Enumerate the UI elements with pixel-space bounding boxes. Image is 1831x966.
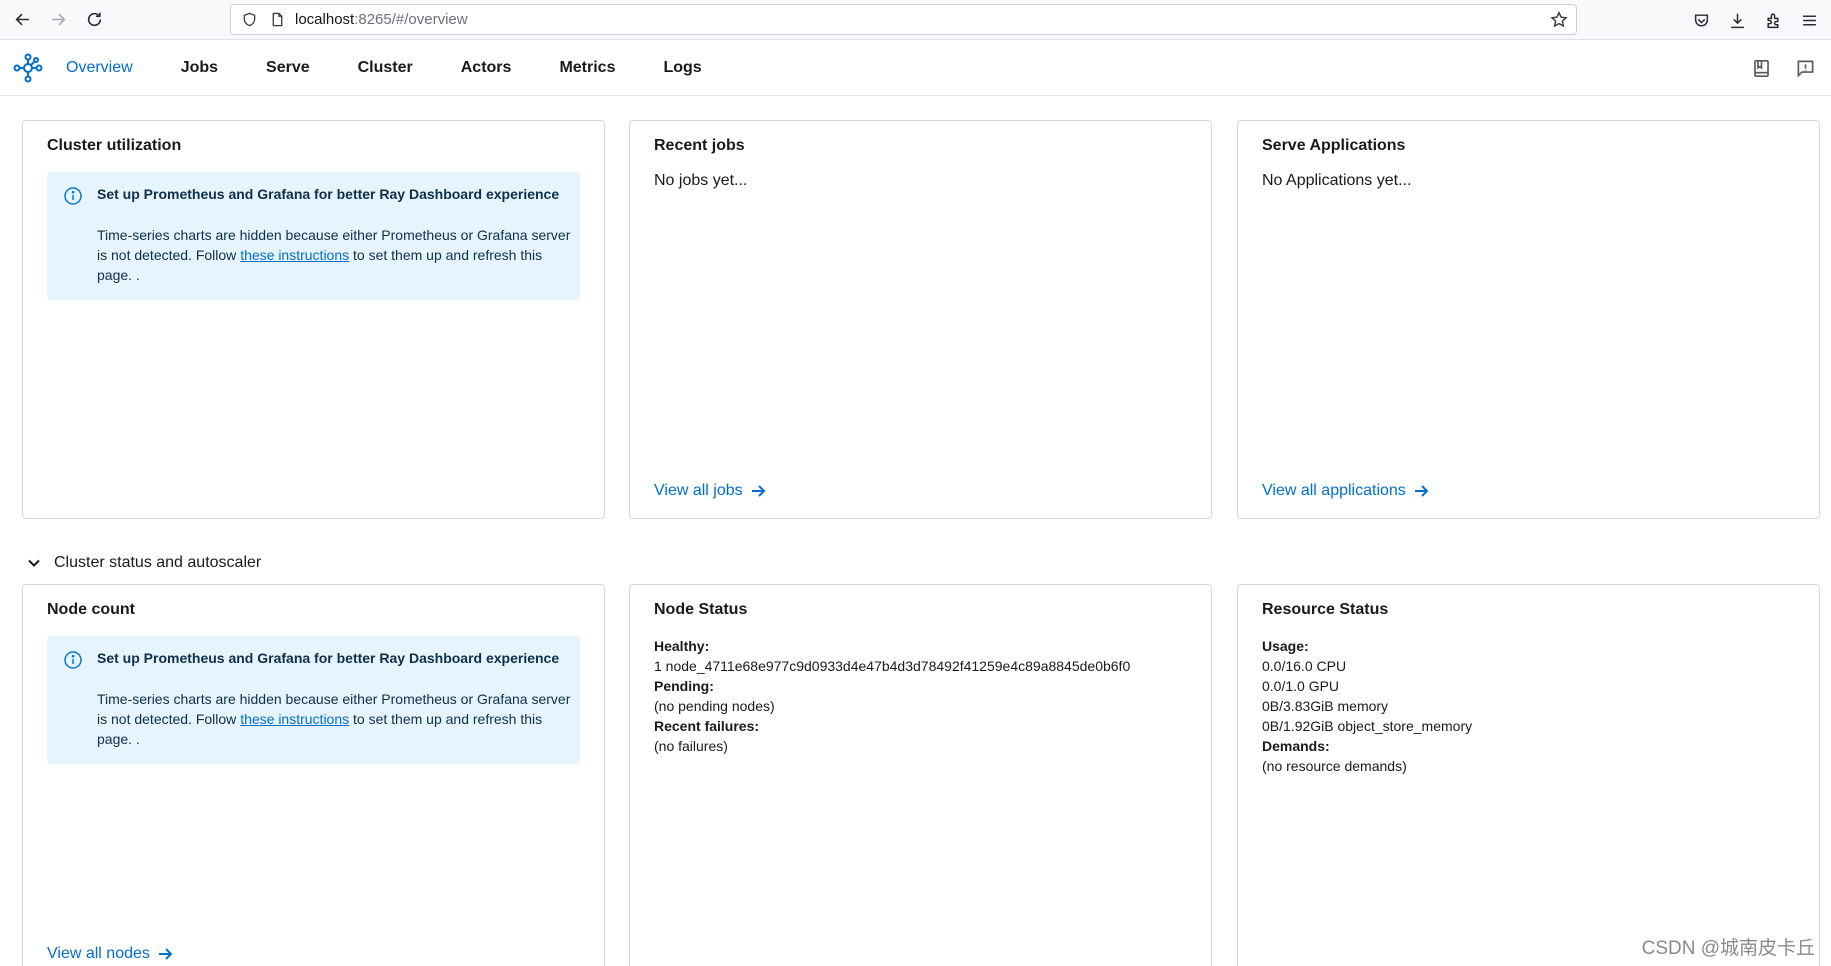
tab-metrics[interactable]: Metrics xyxy=(559,59,615,77)
shield-icon[interactable] xyxy=(239,10,259,30)
demands-value: (no resource demands) xyxy=(1262,758,1407,774)
card-title: Serve Applications xyxy=(1262,137,1406,154)
alert-title: Set up Prometheus and Grafana for better… xyxy=(97,650,560,666)
info-icon xyxy=(63,650,83,670)
link-label: View all applications xyxy=(1262,482,1406,499)
feedback-icon[interactable] xyxy=(1783,46,1827,90)
address-bar[interactable]: localhost:8265/#/overview xyxy=(230,4,1577,35)
docs-book-icon[interactable] xyxy=(1739,46,1783,90)
prometheus-alert: Set up Prometheus and Grafana for better… xyxy=(47,636,580,764)
node-status-details: Healthy: 1 node_4711e68e977c9d0933d4e47b… xyxy=(654,636,1130,756)
forward-icon[interactable] xyxy=(40,2,76,38)
alert-title: Set up Prometheus and Grafana for better… xyxy=(97,186,560,202)
link-label: View all nodes xyxy=(47,945,150,962)
cluster-status-toggle[interactable]: Cluster status and autoscaler xyxy=(24,553,261,573)
browser-toolbar: localhost:8265/#/overview xyxy=(0,0,1831,40)
node-count-card: Node count Set up Prometheus and Grafana… xyxy=(22,584,605,966)
download-icon[interactable] xyxy=(1719,2,1755,38)
card-title: Resource Status xyxy=(1262,601,1389,618)
card-title: Node count xyxy=(47,601,135,618)
resource-status-details: Usage: 0.0/16.0 CPU 0.0/1.0 GPU 0B/3.83G… xyxy=(1262,636,1472,776)
tab-actors[interactable]: Actors xyxy=(461,59,512,77)
menu-icon[interactable] xyxy=(1791,2,1827,38)
usage-memory: 0B/3.83GiB memory xyxy=(1262,698,1389,714)
empty-state: No jobs yet... xyxy=(654,172,748,189)
card-title: Cluster utilization xyxy=(47,137,182,154)
instructions-link[interactable]: these instructions xyxy=(240,711,349,727)
arrow-right-icon xyxy=(158,948,173,960)
failures-label: Recent failures: xyxy=(654,718,760,734)
usage-cpu: 0.0/16.0 CPU xyxy=(1262,658,1347,674)
view-all-jobs-link[interactable]: View all jobs xyxy=(654,482,767,500)
card-title: Node Status xyxy=(654,601,748,618)
healthy-value: 1 node_4711e68e977c9d0933d4e47b4d3d78492… xyxy=(654,658,1131,674)
url-path: :8265/#/overview xyxy=(354,11,468,28)
usage-object-store: 0B/1.92GiB object_store_memory xyxy=(1262,718,1473,734)
usage-label: Usage: xyxy=(1262,638,1309,654)
failures-value: (no failures) xyxy=(654,738,728,754)
section-label: Cluster status and autoscaler xyxy=(54,554,262,571)
prometheus-alert: Set up Prometheus and Grafana for better… xyxy=(47,172,580,300)
pocket-icon[interactable] xyxy=(1683,2,1719,38)
resource-status-card: Resource Status Usage: 0.0/16.0 CPU 0.0/… xyxy=(1237,584,1820,966)
tab-serve[interactable]: Serve xyxy=(266,59,310,77)
instructions-link[interactable]: these instructions xyxy=(240,247,349,263)
main-nav: Overview Jobs Serve Cluster Actors Metri… xyxy=(66,40,750,96)
usage-gpu: 0.0/1.0 GPU xyxy=(1262,678,1340,694)
tab-cluster[interactable]: Cluster xyxy=(358,59,413,77)
empty-state: No Applications yet... xyxy=(1262,172,1412,189)
recent-jobs-card: Recent jobs No jobs yet... View all jobs xyxy=(629,120,1212,519)
healthy-label: Healthy: xyxy=(654,638,710,654)
arrow-right-icon xyxy=(1414,485,1429,497)
back-icon[interactable] xyxy=(4,2,40,38)
cluster-utilization-card: Cluster utilization Set up Prometheus an… xyxy=(22,120,605,519)
watermark: CSDN @城南皮卡丘 xyxy=(1641,938,1815,959)
alert-body: Time-series charts are hidden because ei… xyxy=(97,689,572,749)
node-status-card: Node Status Healthy: 1 node_4711e68e977c… xyxy=(629,584,1212,966)
reload-icon[interactable] xyxy=(76,2,112,38)
chevron-down-icon xyxy=(28,559,40,567)
alert-body: Time-series charts are hidden because ei… xyxy=(97,225,572,285)
view-all-applications-link[interactable]: View all applications xyxy=(1262,482,1430,500)
demands-label: Demands: xyxy=(1262,738,1330,754)
pending-label: Pending: xyxy=(654,678,714,694)
card-title: Recent jobs xyxy=(654,137,745,154)
pending-value: (no pending nodes) xyxy=(654,698,775,714)
tab-logs[interactable]: Logs xyxy=(663,59,701,77)
info-icon xyxy=(63,186,83,206)
url-host: localhost xyxy=(295,11,355,28)
arrow-right-icon xyxy=(751,485,766,497)
tab-jobs[interactable]: Jobs xyxy=(181,59,218,77)
link-label: View all jobs xyxy=(654,482,743,499)
app-header: Overview Jobs Serve Cluster Actors Metri… xyxy=(0,40,1831,96)
tab-overview[interactable]: Overview xyxy=(66,59,133,77)
page-icon[interactable] xyxy=(267,10,287,30)
bookmark-star-icon[interactable] xyxy=(1550,10,1568,29)
view-all-nodes-link[interactable]: View all nodes xyxy=(47,945,174,963)
ray-logo-icon[interactable] xyxy=(12,52,44,84)
serve-applications-card: Serve Applications No Applications yet..… xyxy=(1237,120,1820,519)
extensions-icon[interactable] xyxy=(1755,2,1791,38)
